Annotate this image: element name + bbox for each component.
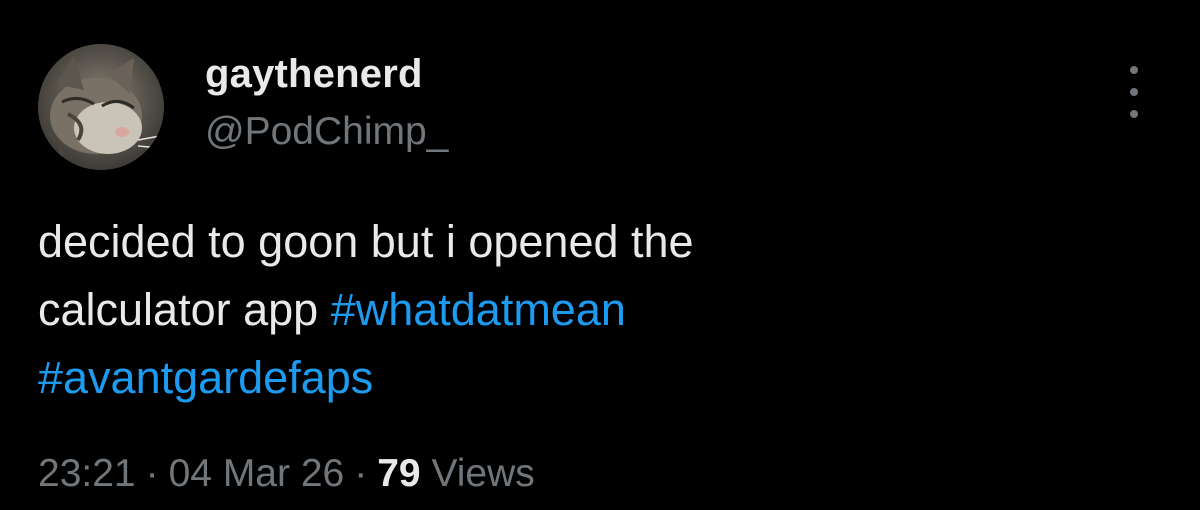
tweet-text-line: decided to goon but i opened the <box>38 216 694 267</box>
tweet-text-segment: calculator app <box>38 284 331 335</box>
more-options-button[interactable] <box>1114 66 1154 118</box>
hashtag-link[interactable]: #whatdatmean <box>331 284 626 335</box>
display-name[interactable]: gaythenerd <box>205 52 423 96</box>
cat-avatar-icon <box>38 44 164 170</box>
meta-separator: · <box>145 452 159 495</box>
more-vertical-icon <box>1130 110 1138 118</box>
tweet[interactable]: gaythenerd @PodChimp_ decided to goon bu… <box>0 0 1200 510</box>
tweet-date[interactable]: 04 Mar 26 <box>169 452 345 495</box>
views-count: 79 <box>377 452 421 495</box>
user-handle[interactable]: @PodChimp_ <box>205 110 448 154</box>
tweet-text-line: calculator app #whatdatmean <box>38 276 1138 344</box>
tweet-text-line: #avantgardefaps <box>38 344 1138 412</box>
meta-separator: · <box>354 452 368 495</box>
avatar[interactable] <box>38 44 164 170</box>
more-vertical-icon <box>1130 88 1138 96</box>
views-link[interactable]: 79 Views <box>377 452 535 495</box>
hashtag-link[interactable]: #avantgardefaps <box>38 352 373 403</box>
tweet-time[interactable]: 23:21 <box>38 452 136 495</box>
views-label: Views <box>431 452 535 495</box>
tweet-meta: 23:21 · 04 Mar 26 · 79 Views <box>38 450 535 498</box>
more-vertical-icon <box>1130 66 1138 74</box>
tweet-text: decided to goon but i opened the calcula… <box>38 208 1138 412</box>
